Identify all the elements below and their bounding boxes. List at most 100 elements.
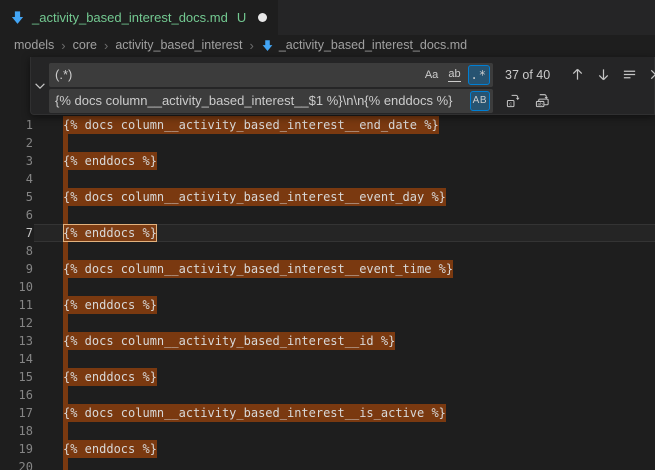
line-number: 16 xyxy=(0,386,33,404)
toggle-replace-button[interactable] xyxy=(31,57,49,115)
breadcrumb-separator: › xyxy=(104,38,108,53)
find-match-highlight: {% enddocs %} xyxy=(63,296,157,314)
replace-input[interactable] xyxy=(49,89,470,113)
code-line-3[interactable]: 3{% enddocs %} xyxy=(0,152,655,170)
line-text: {% enddocs %} xyxy=(63,224,157,242)
svg-text:ab: ab xyxy=(538,102,544,107)
tab-filename: _activity_based_interest_docs.md xyxy=(32,10,228,25)
code-line-1[interactable]: 1 {% docs column__activity_based_interest… xyxy=(0,116,655,134)
regex-button[interactable]: .* xyxy=(468,65,490,85)
line-number: 19 xyxy=(0,440,33,458)
breadcrumb-item-file[interactable]: _activity_based_interest_docs.md xyxy=(279,38,467,52)
find-options: Aa ab .* xyxy=(422,65,493,85)
line-text: {% enddocs %} xyxy=(63,296,157,314)
find-match-empty xyxy=(63,350,68,368)
code-line-11[interactable]: 11{% enddocs %} xyxy=(0,296,655,314)
markdown-file-icon xyxy=(261,39,274,52)
tab-bar: _activity_based_interest_docs.md U xyxy=(0,0,655,35)
line-text xyxy=(63,314,68,332)
breadcrumb-item-models[interactable]: models xyxy=(14,38,54,52)
find-match-highlight: {% docs column__activity_based_interest_… xyxy=(63,332,395,350)
results-count: 37 of 40 xyxy=(505,68,567,82)
line-number: 13 xyxy=(0,332,33,350)
find-match-empty xyxy=(63,422,68,440)
code-line-17[interactable]: 17 {% docs column__activity_based_interes… xyxy=(0,404,655,422)
line-number: 20 xyxy=(0,458,33,470)
code-line-5[interactable]: 5 {% docs column__activity_based_interest… xyxy=(0,188,655,206)
line-text xyxy=(63,206,68,224)
code-line-13[interactable]: 13 {% docs column__activity_based_interes… xyxy=(0,332,655,350)
find-match-empty xyxy=(63,278,68,296)
close-find-button[interactable] xyxy=(645,64,655,85)
code-line-8[interactable]: 8 xyxy=(0,242,655,260)
line-text xyxy=(63,386,68,404)
breadcrumb: models › core › activity_based_interest … xyxy=(0,35,655,55)
line-text: {% docs column__activity_based_interest_… xyxy=(63,116,439,134)
line-number: 4 xyxy=(0,170,33,188)
editor-window: _activity_based_interest_docs.md U model… xyxy=(0,0,655,470)
find-match-highlight: {% enddocs %} xyxy=(63,152,157,170)
code-line-18[interactable]: 18 xyxy=(0,422,655,440)
code-line-10[interactable]: 10 xyxy=(0,278,655,296)
find-match-empty xyxy=(63,206,68,224)
next-match-button[interactable] xyxy=(593,64,614,85)
preserve-case-button[interactable]: AB xyxy=(470,91,490,111)
replace-all-button[interactable]: ab xyxy=(532,90,553,111)
code-line-20[interactable]: 20 xyxy=(0,458,655,470)
code-line-2[interactable]: 2 xyxy=(0,134,655,152)
line-text: {% enddocs %} xyxy=(63,152,157,170)
line-text: {% enddocs %} xyxy=(63,440,157,458)
code-line-7[interactable]: 7 {% enddocs %} xyxy=(0,224,655,242)
line-number: 9 xyxy=(0,260,33,278)
previous-match-button[interactable] xyxy=(567,64,588,85)
whole-word-button[interactable]: ab xyxy=(445,65,465,85)
find-input[interactable] xyxy=(49,63,422,87)
code-line-4[interactable]: 4 xyxy=(0,170,655,188)
find-input-box: Aa ab .* xyxy=(49,63,493,87)
find-match-highlight: {% docs column__activity_based_interest_… xyxy=(63,404,446,422)
svg-text:c: c xyxy=(509,101,512,107)
code-line-6[interactable]: 6 xyxy=(0,206,655,224)
code-line-15[interactable]: 15{% enddocs %} xyxy=(0,368,655,386)
find-match-empty xyxy=(63,134,68,152)
line-number: 8 xyxy=(0,242,33,260)
find-replace-widget: Aa ab .* 37 of 40 xyxy=(30,57,655,115)
line-number: 12 xyxy=(0,314,33,332)
breadcrumb-item-core[interactable]: core xyxy=(73,38,97,52)
match-case-button[interactable]: Aa xyxy=(422,65,442,85)
find-match-empty xyxy=(63,458,68,470)
line-number: 17 xyxy=(0,404,33,422)
replace-input-box: AB xyxy=(49,89,493,113)
find-match-empty xyxy=(63,314,68,332)
line-number: 1 xyxy=(0,116,33,134)
find-match-empty xyxy=(63,170,68,188)
find-match-highlight: {% docs column__activity_based_interest_… xyxy=(63,188,446,206)
line-text: {% enddocs %} xyxy=(63,368,157,386)
find-match-highlight: {% enddocs %} xyxy=(63,368,157,386)
find-actions xyxy=(567,64,655,85)
line-number: 5 xyxy=(0,188,33,206)
code-line-16[interactable]: 16 xyxy=(0,386,655,404)
line-text xyxy=(63,458,68,470)
code-line-9[interactable]: 9{% docs column__activity_based_interest… xyxy=(0,260,655,278)
breadcrumb-item-activity-based-interest[interactable]: activity_based_interest xyxy=(115,38,242,52)
line-number: 7 xyxy=(0,224,33,242)
line-text xyxy=(63,422,68,440)
find-match-empty xyxy=(63,242,68,260)
line-text xyxy=(63,134,68,152)
line-text: {% docs column__activity_based_interest_… xyxy=(63,404,446,422)
replace-button[interactable]: c xyxy=(503,90,524,111)
code-line-12[interactable]: 12 xyxy=(0,314,655,332)
whole-word-label: ab xyxy=(448,68,460,82)
find-in-selection-button[interactable] xyxy=(619,64,640,85)
code-line-19[interactable]: 19 {% enddocs %} xyxy=(0,440,655,458)
tab-activity-docs[interactable]: _activity_based_interest_docs.md U xyxy=(0,0,278,35)
code-lines[interactable]: 1 {% docs column__activity_based_interest… xyxy=(0,116,655,470)
modified-dot-icon[interactable] xyxy=(258,13,267,22)
find-match-highlight: {% docs column__activity_based_interest_… xyxy=(63,116,439,134)
code-line-14[interactable]: 14 xyxy=(0,350,655,368)
replace-options: AB xyxy=(470,91,493,111)
line-text xyxy=(63,242,68,260)
find-match-highlight: {% enddocs %} xyxy=(63,224,157,242)
line-text xyxy=(63,350,68,368)
